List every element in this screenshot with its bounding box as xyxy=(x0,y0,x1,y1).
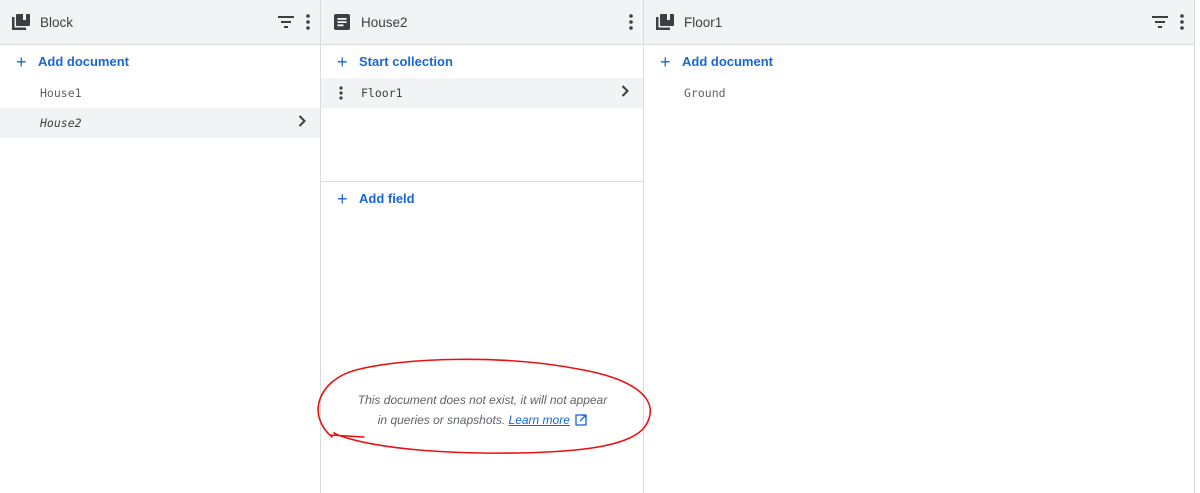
filter-icon[interactable] xyxy=(1152,16,1168,28)
document-item[interactable]: House1 xyxy=(0,78,320,108)
document-label: House2 xyxy=(40,116,82,130)
panel-title: Block xyxy=(40,14,74,30)
collection-panel-block: Block + Add document House1 House2 xyxy=(0,0,321,493)
more-vert-icon[interactable] xyxy=(306,14,310,30)
subcollection-label: Floor1 xyxy=(361,86,403,100)
plus-icon: + xyxy=(16,51,27,72)
add-document-button[interactable]: + Add document xyxy=(644,45,1194,78)
collection-icon xyxy=(656,13,674,31)
plus-icon: + xyxy=(337,51,348,72)
more-vert-icon[interactable] xyxy=(1180,14,1184,30)
panel-header: Floor1 xyxy=(644,0,1194,45)
notice-line-1: This document does not exist, it will no… xyxy=(357,393,608,407)
open-in-new-icon xyxy=(575,412,587,432)
collection-panel-floor1: Floor1 + Add document Ground xyxy=(644,0,1195,493)
plus-icon: + xyxy=(660,51,671,72)
panel-title: Floor1 xyxy=(684,14,723,30)
chevron-right-icon xyxy=(621,85,629,101)
document-label: House1 xyxy=(40,86,82,100)
panel-header: House2 xyxy=(321,0,643,45)
page-edge xyxy=(1195,0,1200,493)
document-label: Ground xyxy=(684,86,726,100)
document-icon xyxy=(333,13,351,31)
add-field-label: Add field xyxy=(359,191,415,206)
add-field-button[interactable]: + Add field xyxy=(321,182,643,215)
document-item-selected[interactable]: House2 xyxy=(0,108,320,138)
more-vert-icon[interactable] xyxy=(339,86,357,100)
start-collection-label: Start collection xyxy=(359,54,453,69)
more-vert-icon[interactable] xyxy=(629,14,633,30)
start-collection-button[interactable]: + Start collection xyxy=(321,45,643,78)
chevron-right-icon xyxy=(298,115,306,131)
document-item[interactable]: Ground xyxy=(644,78,1194,108)
subcollection-item[interactable]: Floor1 xyxy=(321,78,643,108)
panel-header: Block xyxy=(0,0,320,45)
panel-title: House2 xyxy=(361,14,408,30)
collection-icon xyxy=(12,13,30,31)
add-document-button[interactable]: + Add document xyxy=(0,45,320,78)
learn-more-link[interactable]: Learn more xyxy=(509,413,570,427)
notice-text: in queries or snapshots. xyxy=(377,413,506,427)
filter-icon[interactable] xyxy=(278,16,294,28)
plus-icon: + xyxy=(337,188,348,209)
notice-line-2: in queries or snapshots. Learn more xyxy=(321,410,644,432)
document-panel-house2: House2 + Start collection Floor1 + Add f… xyxy=(321,0,644,493)
add-document-label: Add document xyxy=(682,54,773,69)
nonexistent-document-notice: This document does not exist, it will no… xyxy=(321,390,644,432)
add-document-label: Add document xyxy=(38,54,129,69)
subcollections-section: + Start collection Floor1 xyxy=(321,45,643,182)
